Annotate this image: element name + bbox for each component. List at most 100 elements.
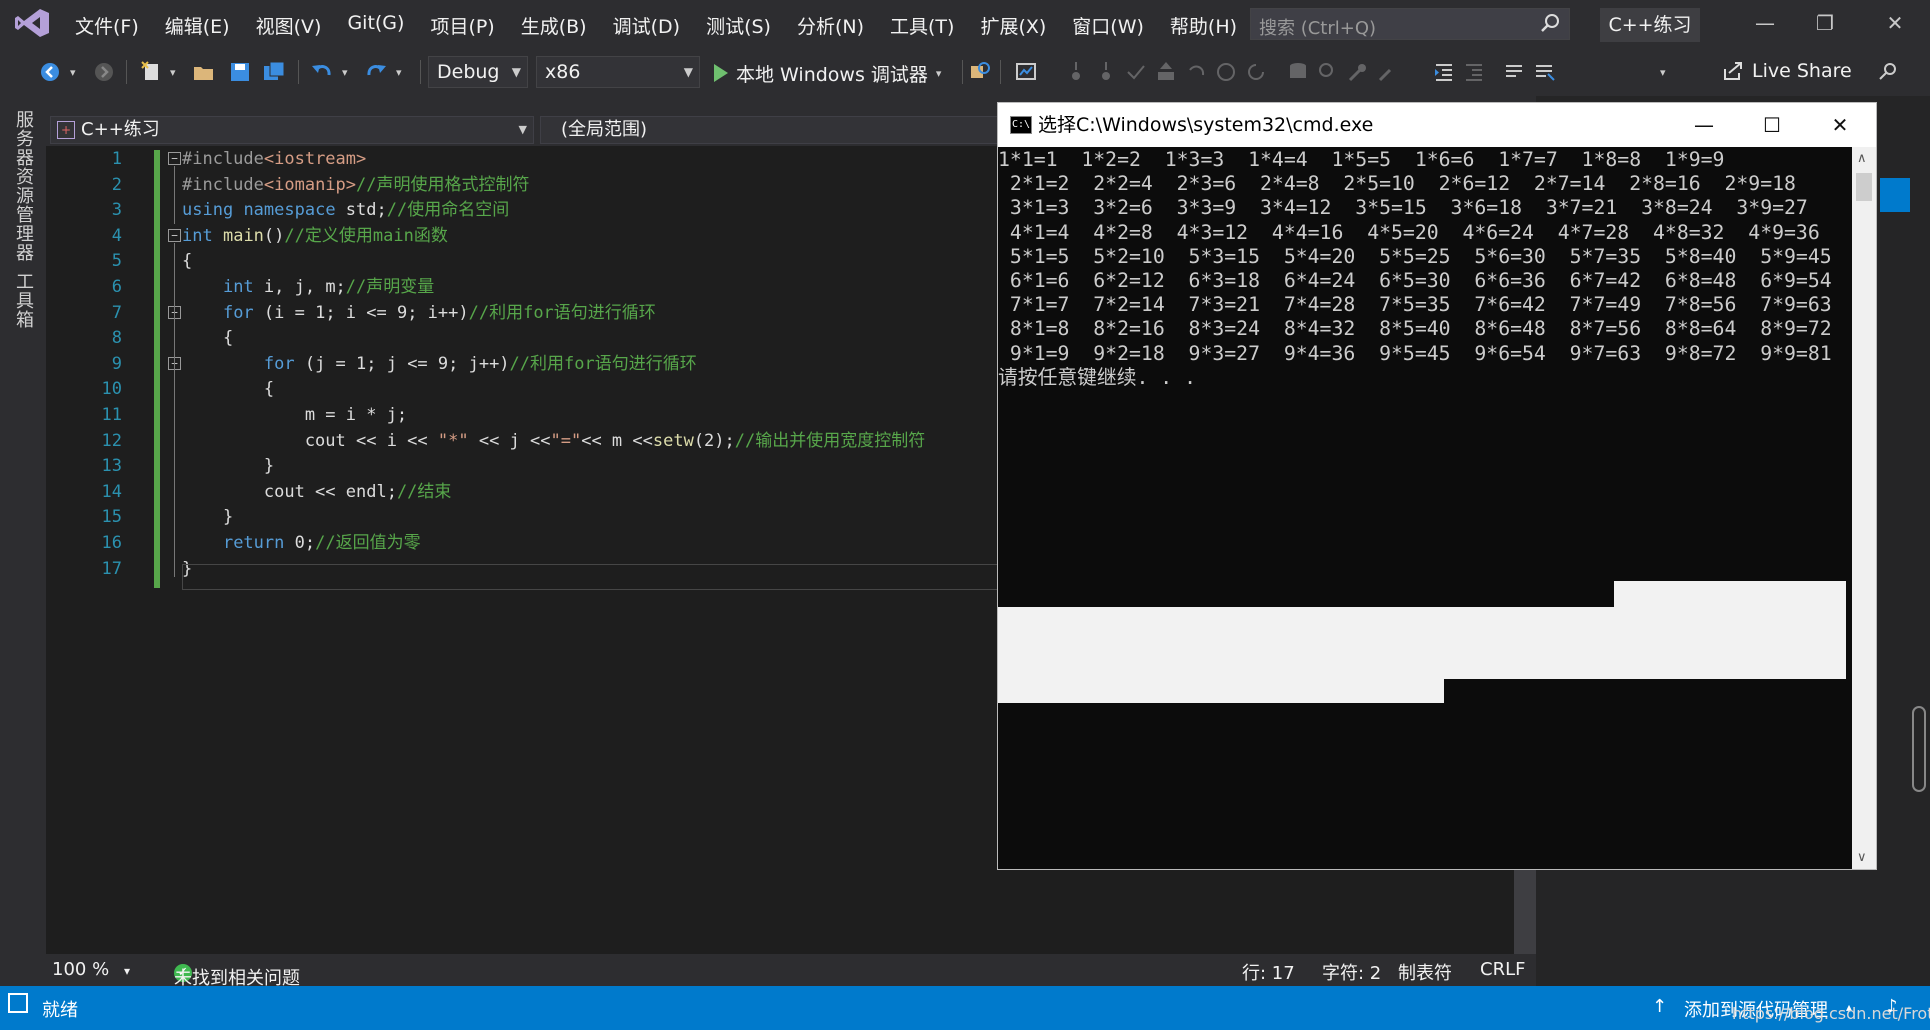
toolbar-separator: [420, 60, 421, 84]
cmd-title-bar[interactable]: C:\ 选择C:\Windows\system32\cmd.exe — ☐ ✕: [998, 103, 1876, 147]
editor-navigation-bar: + C++练习 ▼ (全局范围): [46, 114, 1046, 146]
save-all-icon[interactable]: [262, 60, 286, 84]
chevron-down-icon[interactable]: ▾: [342, 66, 366, 90]
global-scope-select[interactable]: (全局范围): [540, 116, 1040, 144]
find-in-files-icon[interactable]: [968, 60, 992, 84]
forward-icon[interactable]: [92, 60, 116, 84]
menu-item[interactable]: 视图(V): [243, 12, 335, 39]
code-line[interactable]: 11 m = i * j;: [46, 403, 1046, 429]
code-line[interactable]: 6 int i, j, m;//声明变量: [46, 275, 1046, 301]
visual-studio-logo-icon[interactable]: [14, 8, 50, 38]
code-line[interactable]: 16 return 0;//返回值为零: [46, 531, 1046, 557]
indent-icon[interactable]: [1432, 60, 1456, 84]
line-number: 16: [101, 533, 122, 553]
menu-item[interactable]: 帮助(H): [1157, 12, 1250, 39]
code-line[interactable]: 1 #include<iostream>: [46, 147, 1046, 173]
cmd-window[interactable]: C:\ 选择C:\Windows\system32\cmd.exe — ☐ ✕ …: [997, 102, 1877, 870]
panel-scrollbar[interactable]: [1912, 706, 1926, 792]
live-share-button[interactable]: Live Share: [1722, 60, 1852, 82]
project-scope-select[interactable]: + C++练习 ▼: [50, 116, 534, 144]
zoom-level[interactable]: 100 %: [52, 959, 109, 980]
cmd-window-title: 选择C:\Windows\system32\cmd.exe: [1038, 114, 1374, 136]
chevron-down-icon[interactable]: ▾: [70, 66, 94, 90]
search-box[interactable]: 搜索 (Ctrl+Q): [1250, 8, 1570, 40]
close-icon[interactable]: ✕: [1818, 103, 1862, 147]
back-icon[interactable]: [38, 60, 62, 84]
console-line: 5*1=5 5*2=10 5*3=15 5*4=20 5*5=25 5*6=30…: [998, 244, 1832, 268]
configuration-select[interactable]: Debug ▼: [428, 56, 528, 88]
menu-item[interactable]: 文件(F): [62, 12, 152, 39]
menu-item[interactable]: 窗口(W): [1059, 12, 1157, 39]
scroll-thumb[interactable]: [1856, 173, 1872, 201]
code-line[interactable]: 4 int main()//定义使用main函数: [46, 224, 1046, 250]
new-project-icon[interactable]: [140, 60, 164, 84]
code-token: main: [222, 225, 264, 246]
menu-item[interactable]: 生成(B): [508, 12, 600, 39]
code-line[interactable]: 7 for (i = 1; i <= 9; i++)//利用for语句进行循环: [46, 301, 1046, 327]
code-token: for: [222, 302, 254, 323]
start-debugging-button[interactable]: 本地 Windows 调试器 ▾: [714, 60, 941, 86]
code-line[interactable]: 9 for (j = 1; j <= 9; j++)//利用for语句进行循环: [46, 352, 1046, 378]
search-placeholder: 搜索 (Ctrl+Q): [1259, 18, 1377, 39]
close-icon[interactable]: ✕: [1884, 12, 1906, 34]
open-folder-icon[interactable]: [192, 60, 216, 84]
menu-item[interactable]: 调试(D): [600, 12, 693, 39]
tab-toolbox[interactable]: 工具箱: [10, 272, 36, 329]
scroll-up-icon[interactable]: ∧: [1857, 151, 1867, 166]
output-window-icon[interactable]: [8, 993, 28, 1013]
line-position[interactable]: 行: 17: [1242, 959, 1295, 985]
menu-item[interactable]: Git(G): [334, 12, 417, 39]
restore-icon[interactable]: ❐: [1814, 12, 1836, 34]
chevron-down-icon[interactable]: ▾: [1660, 66, 1684, 90]
code-text: using namespace std;//使用命名空间: [182, 198, 509, 224]
code-line[interactable]: 13 }: [46, 454, 1046, 480]
menu-item[interactable]: 项目(P): [417, 12, 507, 39]
menu-item[interactable]: 测试(S): [693, 12, 784, 39]
code-line[interactable]: 2 #include<iomanip>//声明使用格式控制符: [46, 173, 1046, 199]
tab-mode[interactable]: 制表符: [1398, 959, 1452, 985]
uncomment-lines-icon[interactable]: [1532, 60, 1556, 84]
comment-lines-icon[interactable]: [1502, 60, 1526, 84]
code-token: <iomanip>: [263, 174, 357, 195]
fold-toggle-icon[interactable]: −: [168, 152, 181, 165]
minimize-icon[interactable]: —: [1754, 12, 1776, 34]
feedback-icon[interactable]: [1876, 60, 1900, 84]
code-line[interactable]: 5{: [46, 249, 1046, 275]
fold-toggle-icon[interactable]: −: [168, 229, 181, 242]
minimize-icon[interactable]: —: [1682, 103, 1726, 147]
menu-item[interactable]: 工具(T): [877, 12, 967, 39]
console-output[interactable]: 1*1=1 1*2=2 1*3=3 1*4=4 1*5=5 1*6=6 1*7=…: [998, 147, 1854, 869]
scroll-down-icon[interactable]: ∨: [1857, 850, 1867, 865]
undo-icon[interactable]: [310, 60, 334, 84]
code-line[interactable]: 14 cout << endl;//结束: [46, 480, 1046, 506]
menu-item[interactable]: 扩展(X): [967, 12, 1059, 39]
menu-item[interactable]: 分析(N): [784, 12, 877, 39]
char-position[interactable]: 字符: 2: [1322, 959, 1381, 985]
line-ending[interactable]: CRLF: [1480, 959, 1525, 980]
up-arrow-icon[interactable]: ↑: [1652, 996, 1667, 1017]
code-text: return 0;//返回值为零: [182, 531, 421, 557]
code-line[interactable]: 15 }: [46, 505, 1046, 531]
menu-items: 文件(F) 编辑(E) 视图(V) Git(G) 项目(P) 生成(B) 调试(D) 测试(S…: [62, 12, 1250, 39]
chevron-down-icon[interactable]: ▾: [124, 964, 130, 978]
code-line[interactable]: 10 {: [46, 377, 1046, 403]
line-number: 10: [101, 379, 122, 400]
code-token: }: [182, 456, 275, 477]
line-number: 7: [111, 302, 122, 323]
maximize-icon[interactable]: ☐: [1750, 103, 1794, 147]
chevron-down-icon[interactable]: ▾: [396, 66, 420, 90]
platform-select[interactable]: x86 ▼: [536, 56, 700, 88]
cmd-scrollbar[interactable]: ∧ ∨: [1852, 147, 1876, 869]
code-line[interactable]: 8 {: [46, 326, 1046, 352]
redo-icon[interactable]: [364, 60, 388, 84]
code-line[interactable]: 12 cout << i << "*" << j <<"="<< m <<set…: [46, 429, 1046, 455]
project-badge[interactable]: C++练习: [1600, 8, 1700, 42]
chevron-down-icon[interactable]: ▾: [170, 66, 194, 90]
code-text: }: [182, 454, 274, 480]
menu-item[interactable]: 编辑(E): [152, 12, 243, 39]
diagnostic-icon[interactable]: [1014, 60, 1038, 84]
save-icon[interactable]: [228, 60, 252, 84]
tab-server-explorer[interactable]: 服务器资源管理器: [10, 110, 36, 262]
code-line[interactable]: 3 using namespace std;//使用命名空间: [46, 198, 1046, 224]
